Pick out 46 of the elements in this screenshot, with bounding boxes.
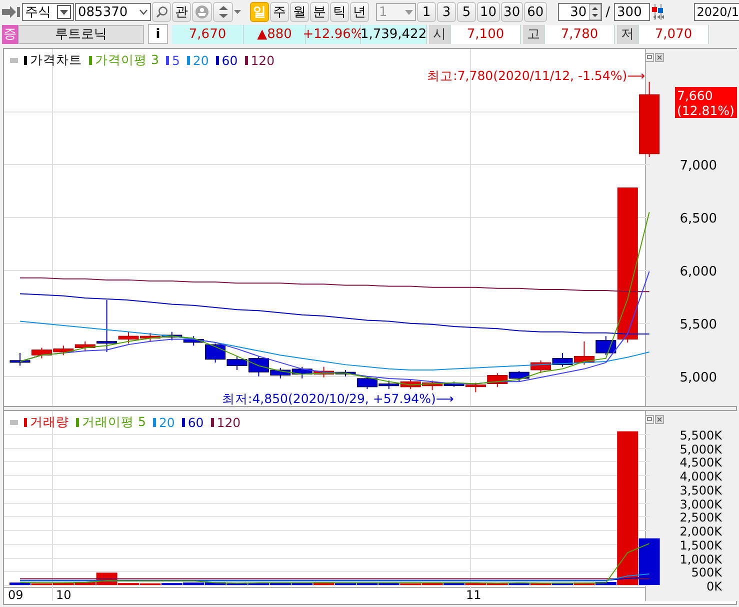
- legend-label: 60: [222, 53, 238, 68]
- axis-label: 5,000: [680, 370, 717, 386]
- current-price: 7,670: [172, 24, 244, 44]
- field-label: 시: [429, 24, 451, 44]
- field-value: 7,070: [639, 24, 709, 44]
- axis-label: 3,000K: [680, 498, 722, 512]
- legend-label: 가격차트: [30, 52, 82, 69]
- legend-label: 120: [216, 415, 241, 430]
- change-percent: +12.96%: [306, 24, 361, 44]
- legend-label: 60: [188, 415, 204, 430]
- axis-label: 10: [56, 588, 72, 601]
- last-price-tag: 7,660 (12.81%): [675, 87, 737, 118]
- axis-label: 6,000: [680, 264, 717, 280]
- price-change: ▲880: [244, 24, 306, 44]
- axis-label: 3,500K: [680, 484, 722, 498]
- trade-volume: 1,739,422: [361, 24, 427, 44]
- legend-label: 거래량: [30, 414, 69, 431]
- axis-label: 1,500K: [680, 538, 722, 552]
- field-label: 저: [617, 24, 639, 44]
- axis-label: 11: [466, 588, 482, 601]
- axis-label: 0K: [706, 580, 722, 594]
- axis-label: 2,500K: [680, 510, 722, 524]
- axis-label: 1,000K: [680, 552, 722, 566]
- field-value: 7,780: [545, 24, 615, 44]
- legend-label: 거래이평 5: [82, 414, 146, 431]
- axis-label: 6,500: [680, 212, 717, 226]
- low-price-note: 최저:4,850(2020/10/29, +57.94%)⟶: [222, 391, 454, 406]
- axis-label: 500K: [691, 566, 722, 580]
- axis-label: 09: [8, 588, 24, 601]
- field-label: 고: [523, 24, 545, 44]
- legend-label: 가격이평 3: [95, 52, 159, 69]
- separator-text: /: [606, 4, 610, 20]
- legend-label: 20: [158, 415, 175, 430]
- high-price-note: 최고:7,780(2020/11/12, -1.54%)⟶: [427, 68, 645, 83]
- axis-label: 2,000K: [680, 524, 722, 538]
- field-value: 7,100: [451, 24, 521, 44]
- axis-label: 4,000K: [680, 470, 722, 484]
- legend-label: 120: [250, 53, 275, 68]
- axis-label: 5,000K: [680, 442, 722, 456]
- axis-label: 7,000: [680, 158, 717, 174]
- legend-label: 20: [192, 53, 209, 68]
- axis-label: 5,500: [680, 318, 717, 332]
- axis-label: 5,500K: [680, 428, 722, 442]
- axis-label: 4,500K: [680, 456, 722, 470]
- legend-label: 5: [172, 53, 180, 68]
- market-badge: 증: [2, 24, 18, 44]
